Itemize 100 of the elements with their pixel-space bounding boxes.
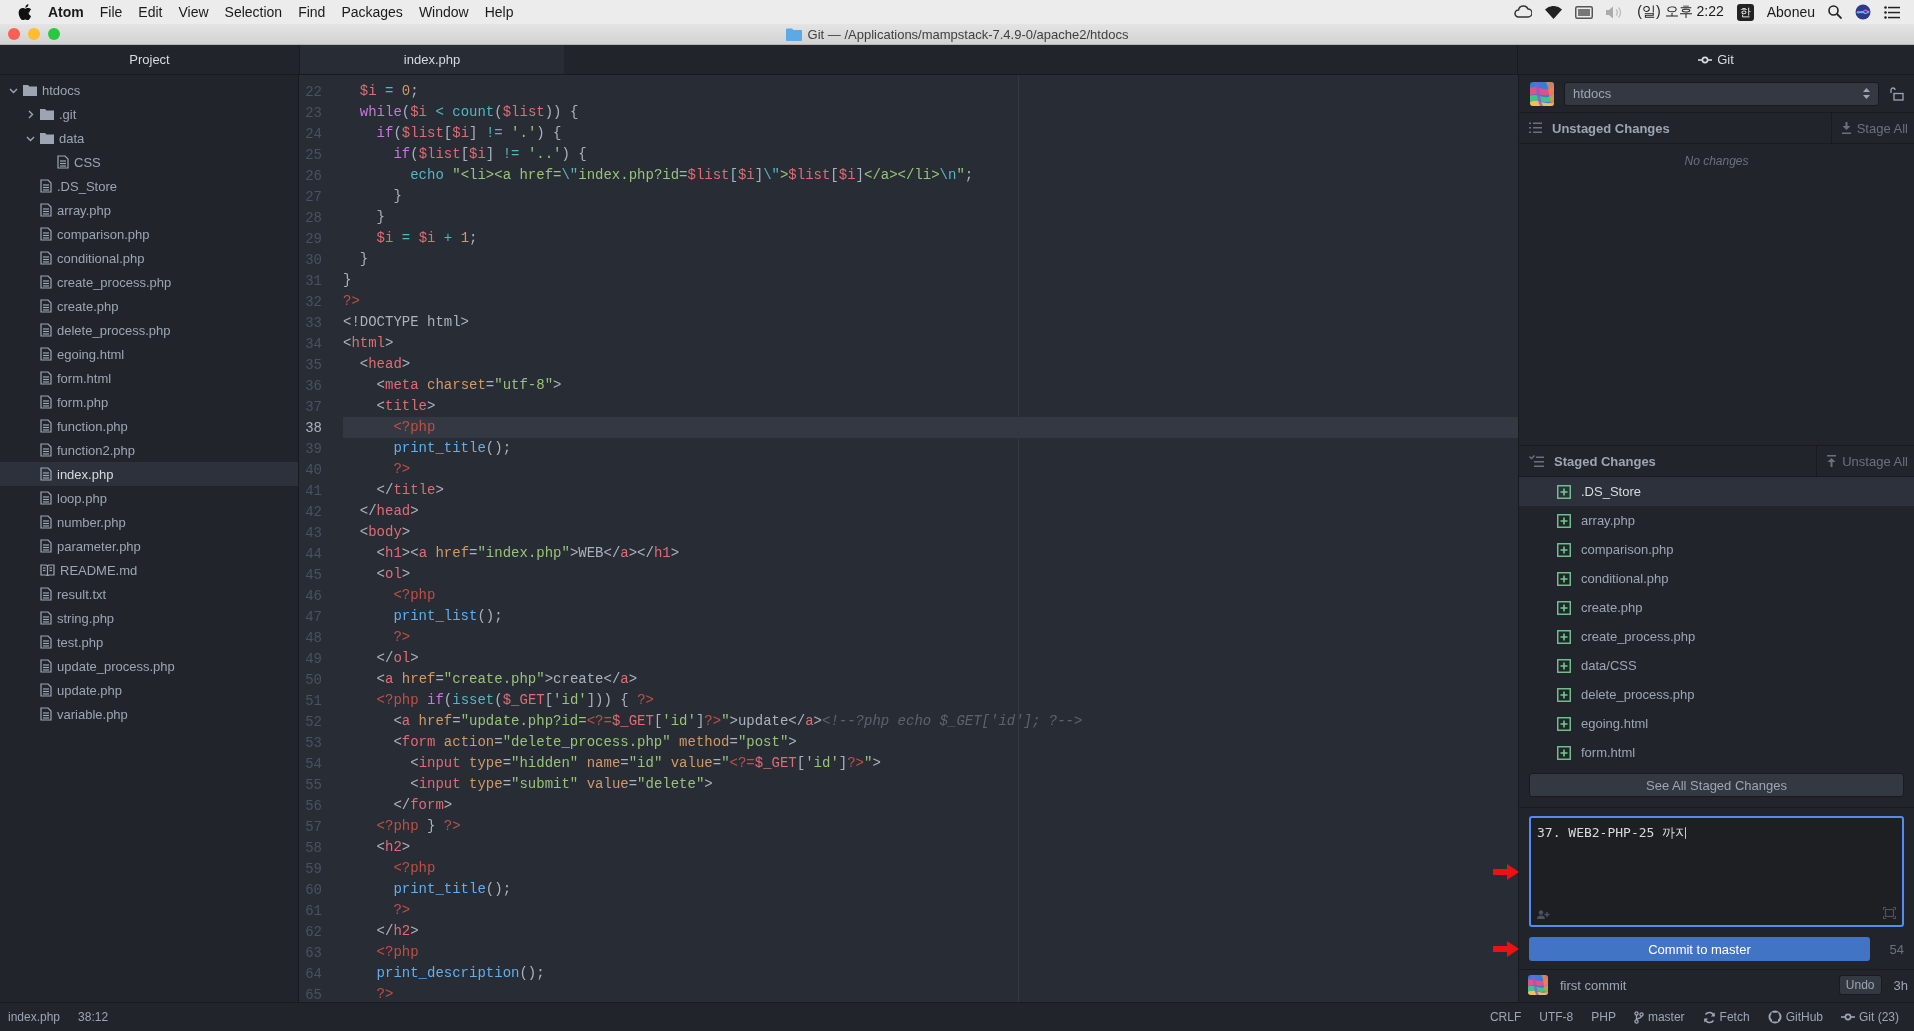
code-line: <h1><a href="index.php">WEB</a></h1> [375,544,680,563]
tree-item[interactable]: htdocs [0,78,298,102]
file-icon [40,275,52,289]
input-method-badge[interactable]: 한 [1736,3,1754,21]
plus-square-icon [1557,745,1571,760]
tree-item[interactable]: array.php [0,198,298,222]
tree-item[interactable]: README.md [0,558,298,582]
code-line: <input type="hidden" name="id" value="<?=$_GET['id']?>"> [409,754,881,773]
menu-item[interactable]: View [170,1,217,23]
unlock-icon[interactable] [1889,86,1904,101]
tree-item[interactable]: update_process.php [0,654,298,678]
staged-file[interactable]: create.php [1519,593,1914,622]
code-line: </h2> [375,922,419,941]
commit-message: first commit [1560,977,1627,993]
status-item[interactable]: master [1624,1010,1694,1024]
user-name[interactable]: Aboneu [1766,4,1815,20]
code-line: } [358,250,369,269]
tree-item[interactable]: create_process.php [0,270,298,294]
commit-button[interactable]: Commit to master [1529,937,1870,961]
tree-item[interactable]: loop.php [0,486,298,510]
plus-square-icon [1557,716,1571,731]
status-item[interactable]: UTF-8 [1530,1010,1583,1024]
repository-select[interactable]: htdocs [1564,81,1879,106]
staged-file[interactable]: .DS_Store [1519,477,1914,506]
file-icon [40,491,52,505]
status-item[interactable]: GitHub [1758,1010,1832,1024]
display-icon[interactable] [1575,5,1594,19]
plus-square-icon [1557,629,1571,644]
tree-item[interactable]: test.php [0,630,298,654]
clock-text[interactable]: (일) 오후 2:22 [1637,3,1724,21]
staged-file[interactable]: conditional.php [1519,564,1914,593]
staged-file[interactable]: comparison.php [1519,535,1914,564]
menu-item[interactable]: Window [410,1,477,23]
menu-item[interactable]: Find [290,1,334,23]
staged-file[interactable]: array.php [1519,506,1914,535]
code-line: <?php [392,586,436,605]
apple-logo-icon[interactable] [18,4,32,20]
menu-item[interactable]: Selection [216,1,291,23]
plus-square-icon [1557,687,1571,702]
tree-item[interactable]: create.php [0,294,298,318]
code-line: </head> [358,502,419,521]
menu-item[interactable]: File [91,1,131,23]
cursor-position[interactable]: 38:12 [69,1010,118,1024]
tree-item[interactable]: .DS_Store [0,174,298,198]
status-item[interactable]: Git (23) [1832,1010,1908,1024]
tree-item[interactable]: form.php [0,390,298,414]
code-line: <!DOCTYPE html> [343,313,470,332]
menu-item[interactable]: Edit [130,1,171,23]
code-line: <body> [358,523,411,542]
search-icon[interactable] [1828,5,1842,19]
tree-item[interactable]: CSS [0,150,298,174]
cloud-icon[interactable] [1514,5,1533,19]
staged-file[interactable]: data/CSS [1519,651,1914,680]
status-item[interactable]: PHP [1582,1010,1625,1024]
code-line: <?php [375,943,419,962]
file-icon [40,179,52,193]
staged-file[interactable]: egoing.html [1519,709,1914,738]
tree-item[interactable]: conditional.php [0,246,298,270]
tree-item[interactable]: function.php [0,414,298,438]
assistant-icon[interactable] [1855,4,1871,20]
tree-item[interactable]: function2.php [0,438,298,462]
menu-item[interactable]: Help [476,1,522,23]
file-icon [40,443,52,457]
wifi-icon[interactable] [1545,5,1563,19]
tree-item[interactable]: update.php [0,678,298,702]
menu-icon[interactable] [1884,5,1900,19]
tree-item[interactable]: egoing.html [0,342,298,366]
code-line: print_title(); [392,439,512,458]
see-all-button[interactable]: See All Staged Changes [1529,773,1904,797]
app-menu[interactable]: Atom [40,1,92,23]
code-line: </title> [375,481,444,500]
plus-square-icon [1557,600,1571,615]
staged-file[interactable]: create_process.php [1519,622,1914,651]
staged-file[interactable]: form.html [1519,738,1914,767]
tree-item[interactable]: result.txt [0,582,298,606]
tree-item[interactable]: variable.php [0,702,298,726]
pointer-arrow [1493,863,1519,880]
tree-item[interactable]: parameter.php [0,534,298,558]
code-line: if($list[$i] != '.') { [375,124,562,143]
status-item[interactable]: Fetch [1693,1010,1759,1024]
editor-tab[interactable]: index.php [300,45,564,74]
tree-item[interactable]: form.html [0,366,298,390]
tree-item[interactable]: data [0,126,298,150]
tree-item[interactable]: string.php [0,606,298,630]
staged-file[interactable]: delete_process.php [1519,680,1914,709]
undo-button[interactable]: Undo [1838,975,1882,995]
file-path[interactable]: index.php [8,1010,70,1024]
file-icon [40,419,52,433]
tree-item[interactable]: delete_process.php [0,318,298,342]
code-line: <a href="create.php">create</a> [375,670,638,689]
code-line: print_title(); [392,880,512,899]
tree-item[interactable]: comparison.php [0,222,298,246]
list-icon [1529,122,1542,134]
tree-item[interactable]: .git [0,102,298,126]
menu-item[interactable]: Packages [333,1,411,23]
status-item[interactable]: CRLF [1480,1010,1531,1024]
tree-item[interactable]: number.php [0,510,298,534]
tree-item[interactable]: index.php [0,462,298,486]
code-line: <head> [358,355,411,374]
plus-square-icon [1557,658,1571,673]
